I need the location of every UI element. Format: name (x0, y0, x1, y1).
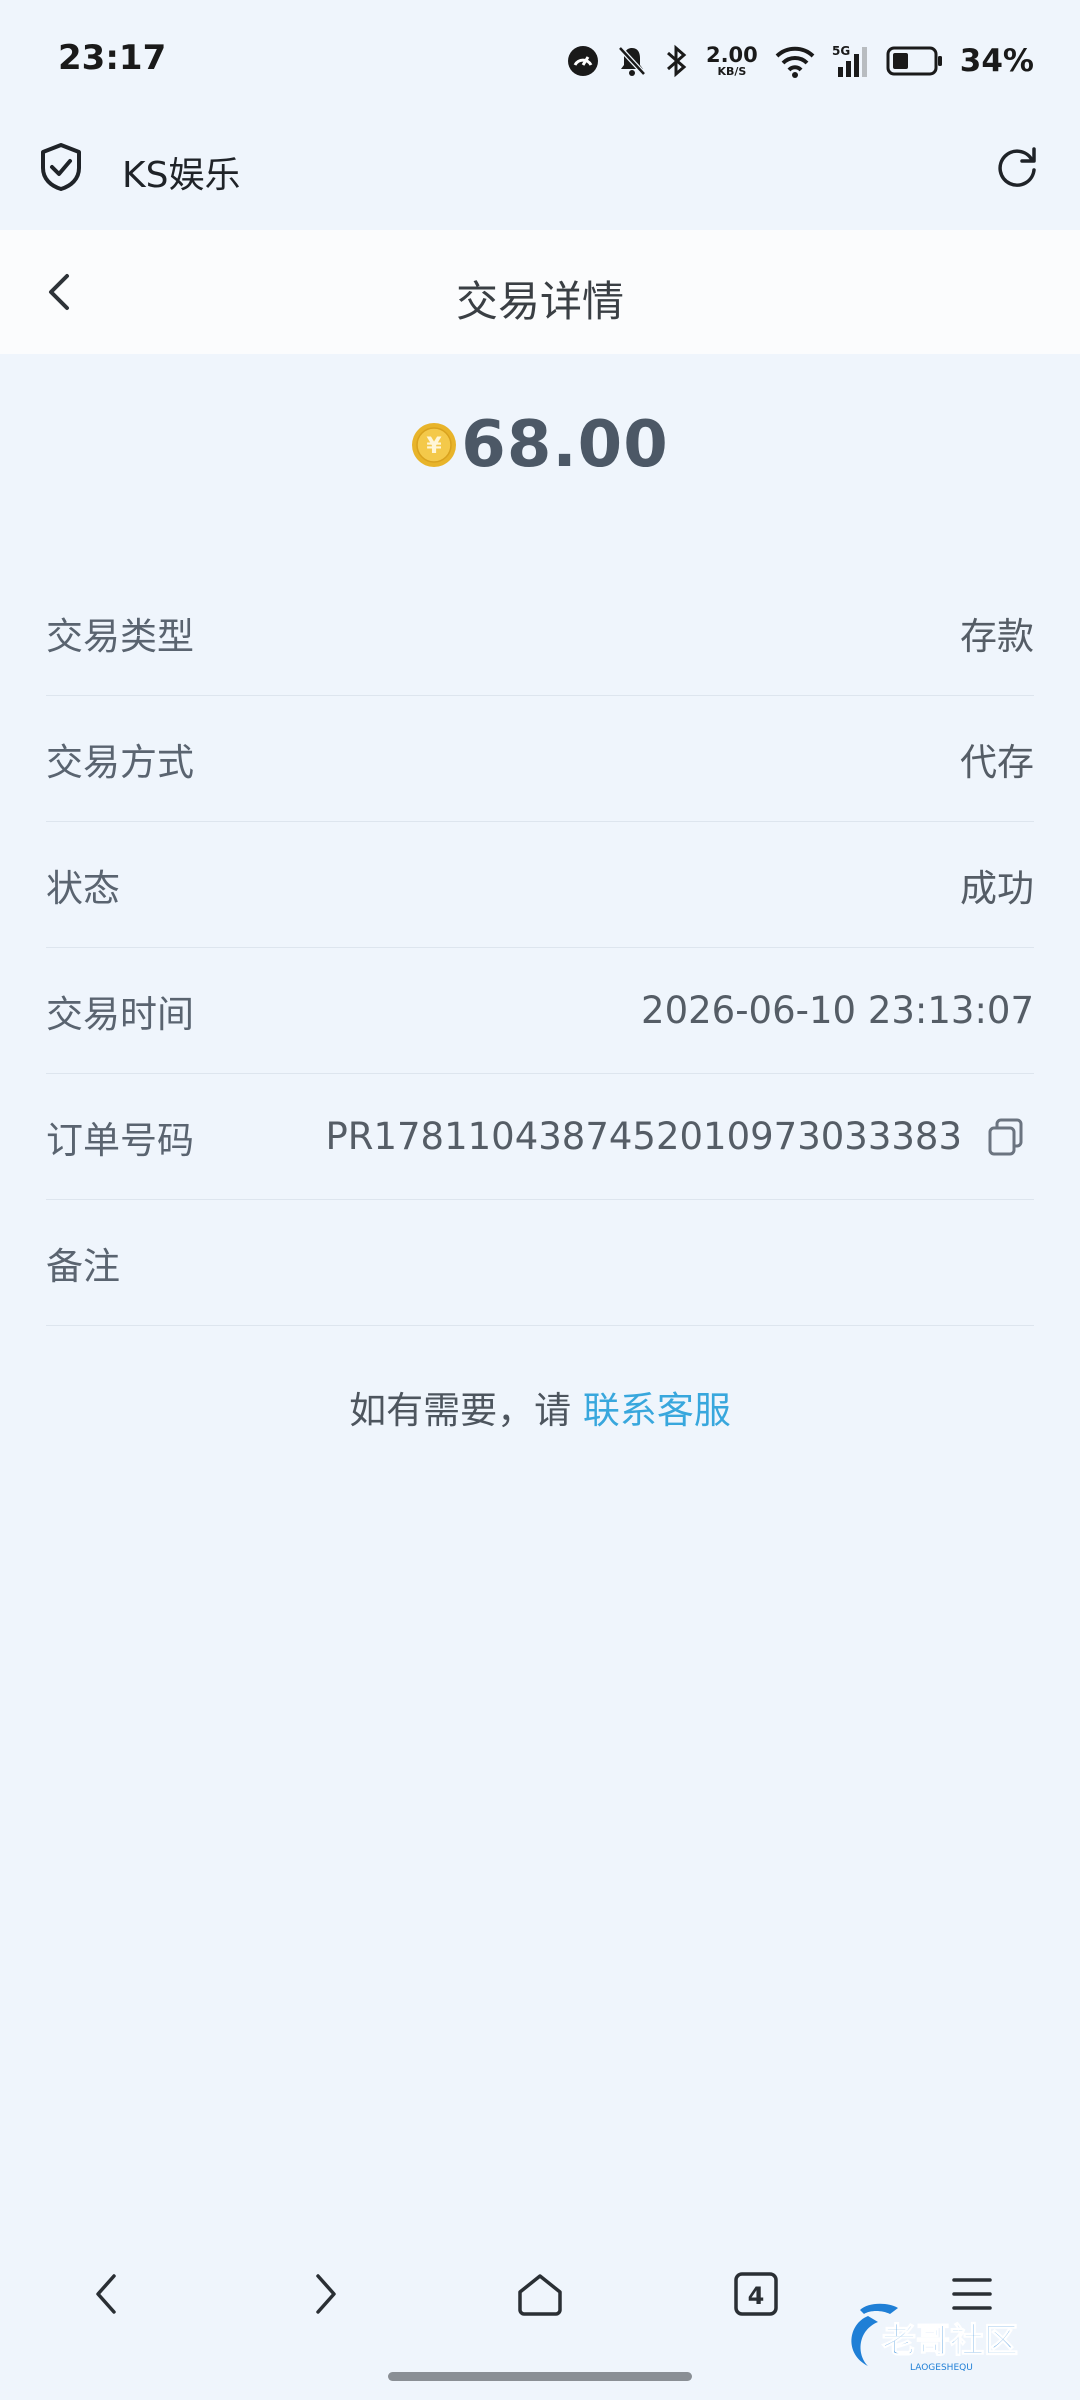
mute-bell-icon (618, 46, 646, 76)
reload-icon[interactable] (992, 142, 1042, 192)
wifi-icon (775, 46, 815, 78)
detail-label: 订单号码 (46, 1118, 194, 1162)
watermark-subtext: LAOGESHEQU (910, 2363, 973, 2373)
detail-label: 交易类型 (46, 614, 194, 658)
page-header: 交易详情 (0, 230, 1080, 354)
watermark-text: 老哥社区 (882, 2321, 1018, 2361)
detail-label: 交易方式 (46, 740, 194, 784)
order-number-group: PR1781104387452010973033383 (325, 1115, 1034, 1159)
detail-row-order-number: 订单号码 PR1781104387452010973033383 (46, 1074, 1034, 1200)
speedometer-icon (567, 46, 598, 76)
detail-row-type: 交易类型 存款 (46, 570, 1034, 696)
help-prefix: 如有需要，请 (349, 1389, 583, 1432)
bluetooth-icon (666, 44, 687, 78)
transaction-details: 交易类型 存款 交易方式 代存 状态 成功 交易时间 2026-06-10 23… (46, 570, 1034, 1326)
detail-value: 成功 (960, 866, 1034, 910)
contact-support-link[interactable]: 联系客服 (583, 1389, 731, 1432)
battery-percent: 34% (959, 43, 1034, 79)
detail-row-status: 状态 成功 (46, 822, 1034, 948)
watermark-logo: 老哥社区 LAOGESHEQU (851, 2303, 1019, 2373)
order-number-value: PR1781104387452010973033383 (325, 1115, 962, 1158)
detail-row-time: 交易时间 2026-06-10 23:13:07 (46, 948, 1034, 1074)
network-speed: 2.00 KB/S (705, 43, 758, 78)
signal-label: 5G (832, 44, 850, 58)
speed-value: 2.00 (705, 43, 758, 67)
help-text: 如有需要，请 联系客服 (0, 1380, 1080, 1434)
tab-count: 4 (748, 2282, 765, 2310)
status-time: 23:17 (58, 38, 167, 78)
cellular-signal-icon: 5G (832, 44, 867, 77)
nav-home-icon[interactable] (508, 2262, 572, 2326)
detail-value: 代存 (960, 740, 1034, 784)
site-title[interactable]: KS娱乐 (122, 146, 240, 198)
shield-check-icon[interactable] (38, 142, 84, 192)
detail-label: 备注 (46, 1244, 120, 1288)
coin-icon: ¥ (412, 423, 457, 467)
copy-icon[interactable] (984, 1115, 1028, 1159)
nav-forward-icon[interactable] (292, 2262, 356, 2326)
detail-label: 交易时间 (46, 992, 194, 1036)
status-icons: 2.00 KB/S 5G 34% (566, 40, 1034, 82)
detail-row-method: 交易方式 代存 (46, 696, 1034, 822)
speed-unit: KB/S (717, 65, 747, 78)
battery-icon (886, 46, 942, 76)
detail-row-remark: 备注 (46, 1200, 1034, 1326)
browser-bar: KS娱乐 (0, 120, 1080, 230)
status-bar: 23:17 2.00 KB/S 5G 34% (0, 0, 1080, 120)
gesture-bar[interactable] (388, 2372, 692, 2381)
detail-value: 2026-06-10 23:13:07 (641, 989, 1034, 1032)
page-title: 交易详情 (455, 277, 624, 326)
nav-back-icon[interactable] (76, 2262, 140, 2326)
amount-display: ¥ 68.00 (0, 400, 1080, 490)
nav-tabs-icon[interactable]: 4 (724, 2262, 788, 2326)
detail-value: 存款 (960, 614, 1034, 658)
amount-value: 68.00 (461, 408, 669, 482)
coin-symbol: ¥ (427, 434, 443, 459)
detail-label: 状态 (46, 866, 120, 910)
